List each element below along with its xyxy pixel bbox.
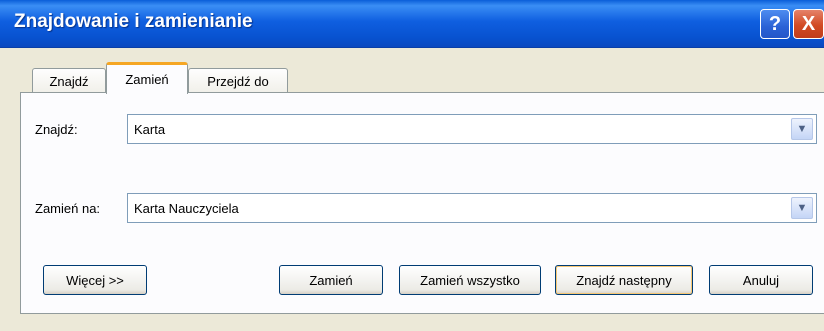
close-icon: X: [801, 12, 816, 35]
replace-label: Zamień na:: [35, 201, 101, 216]
tab-find[interactable]: Znajdź: [32, 68, 106, 94]
replace-panel: Znajdź: Karta ▼ Zamień na: Karta Nauczyc…: [20, 92, 824, 314]
find-label: Znajdź:: [35, 122, 78, 137]
title-bar[interactable]: Znajdowanie i zamienianie ? X: [0, 0, 824, 48]
find-input[interactable]: Karta: [134, 122, 165, 137]
replace-combo[interactable]: Karta Nauczyciela ▼: [127, 193, 817, 223]
cancel-button[interactable]: Anuluj: [709, 265, 813, 295]
replace-input[interactable]: Karta Nauczyciela: [134, 201, 239, 216]
more-button[interactable]: Więcej >>: [43, 265, 147, 295]
find-combo[interactable]: Karta ▼: [127, 114, 817, 144]
find-next-button[interactable]: Znajdź następny: [555, 265, 693, 295]
help-button[interactable]: ?: [760, 9, 790, 39]
replace-all-button[interactable]: Zamień wszystko: [399, 265, 541, 295]
help-icon: ?: [768, 12, 782, 35]
window-title: Znajdowanie i zamienianie: [14, 11, 253, 32]
close-button[interactable]: X: [793, 9, 824, 39]
chevron-down-icon[interactable]: ▼: [791, 118, 813, 140]
tab-replace[interactable]: Zamień: [106, 62, 188, 94]
tab-go-to[interactable]: Przejdź do: [188, 68, 288, 94]
replace-button[interactable]: Zamień: [279, 265, 383, 295]
chevron-down-icon[interactable]: ▼: [791, 197, 813, 219]
